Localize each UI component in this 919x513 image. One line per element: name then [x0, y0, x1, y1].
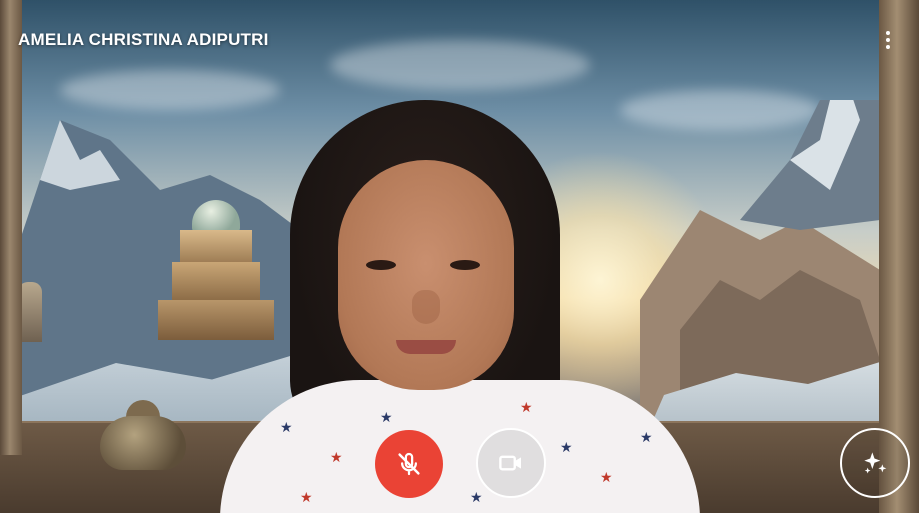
participant-face — [338, 160, 514, 390]
participant-name-label: AMELIA CHRISTINA ADIPUTRI — [18, 30, 269, 49]
mic-off-icon — [398, 452, 420, 476]
participant-shirt: ★ ★ ★ ★ ★ ★ ★ ★ ★ — [220, 380, 700, 513]
participant-video: ★ ★ ★ ★ ★ ★ ★ ★ ★ — [220, 100, 700, 513]
sparkle-icon — [864, 452, 887, 474]
pillar — [0, 0, 22, 455]
camera-toggle-button[interactable] — [476, 428, 546, 498]
microphone-toggle-button[interactable] — [375, 430, 443, 498]
visual-effects-button[interactable] — [840, 428, 910, 498]
more-options-button[interactable] — [874, 26, 902, 54]
videocam-icon — [499, 455, 521, 471]
urn-illustration — [100, 400, 186, 480]
more-vert-icon — [886, 31, 890, 35]
cloud — [330, 40, 590, 90]
video-tile: ★ ★ ★ ★ ★ ★ ★ ★ ★ AMELIA CHRISTINA ADIPU… — [0, 0, 919, 513]
